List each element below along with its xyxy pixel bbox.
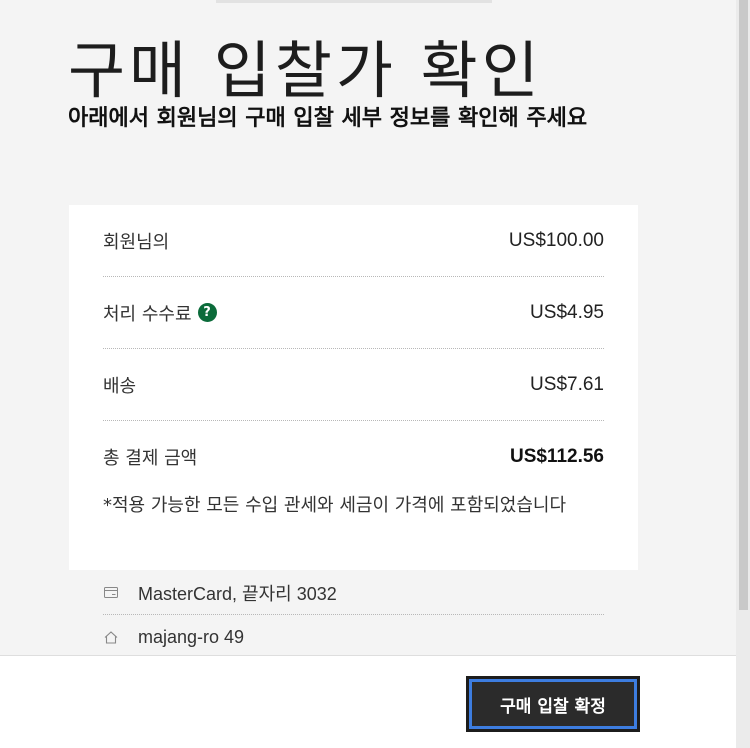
confirm-bid-button[interactable]: 구매 입찰 확정: [466, 676, 640, 732]
credit-card-icon: [103, 585, 119, 601]
page-content: 구매 입찰가 확인 아래에서 회원님의 구매 입찰 세부 정보를 확인해 주세요…: [0, 0, 736, 748]
bid-summary-card: 회원님의 US$100.00 처리 수수료 ? US$4.95 배송 US$7.…: [69, 205, 638, 570]
scrollbar-thumb[interactable]: [739, 0, 748, 610]
shipping-address-text: majang-ro 49: [138, 626, 245, 647]
total-value: US$112.56: [509, 446, 604, 467]
home-icon: [103, 629, 119, 645]
shipping-address-row: majang-ro 49: [103, 615, 604, 659]
payment-method-row: MasterCard, 끝자리 3032: [103, 571, 604, 615]
total-row: 총 결제 금액 US$112.56: [103, 425, 604, 489]
fee-value: US$4.95: [530, 301, 604, 323]
bid-row: 회원님의 US$100.00: [103, 205, 604, 277]
question-circle-icon[interactable]: ?: [197, 303, 217, 322]
shipping-row: 배송 US$7.61: [103, 349, 604, 421]
top-handle: [216, 0, 492, 3]
fee-label-group: 처리 수수료 ?: [103, 300, 217, 326]
page-subtitle: 아래에서 회원님의 구매 입찰 세부 정보를 확인해 주세요: [68, 106, 588, 131]
bid-label: 회원님의: [103, 231, 170, 253]
shipping-value: US$7.61: [530, 373, 604, 395]
bid-value: US$100.00: [508, 229, 604, 251]
total-label: 총 결제 금액: [103, 448, 198, 469]
payment-method-text: MasterCard, 끝자리 3032: [138, 583, 337, 604]
tax-note: *적용 가능한 모든 수입 관세와 세금이 가격에 포함되었습니다: [103, 495, 567, 516]
fee-label: 처리 수수료: [103, 303, 192, 325]
fee-row: 처리 수수료 ? US$4.95: [103, 277, 604, 349]
page-title: 구매 입찰가 확인: [68, 34, 543, 107]
shipping-label: 배송: [103, 375, 137, 397]
vertical-scrollbar[interactable]: [736, 0, 750, 748]
footer-bar: 구매 입찰 확정: [0, 655, 736, 748]
